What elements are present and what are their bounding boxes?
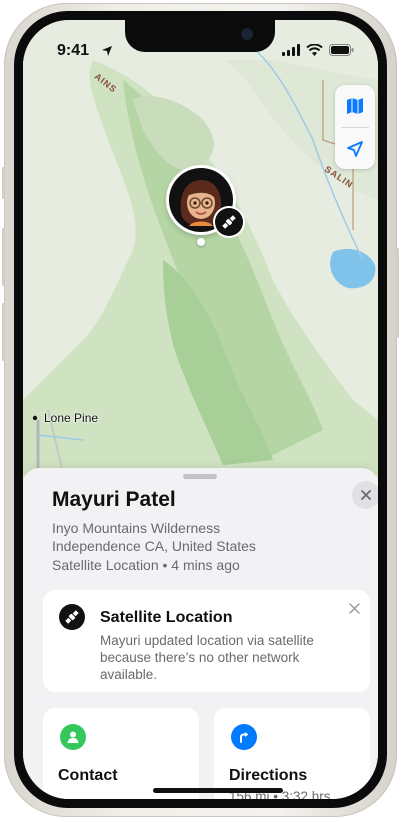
volume-up-button	[2, 228, 5, 286]
status-time: 9:41	[57, 42, 90, 59]
location-arrow-icon	[347, 141, 363, 157]
location-services-icon	[102, 46, 112, 56]
map-icon	[347, 98, 363, 114]
map-controls	[335, 85, 375, 169]
cellular-signal-icon	[282, 44, 300, 56]
location-line-2: Independence CA, United States	[52, 538, 256, 554]
power-button	[396, 248, 399, 338]
satellite-card-body: Mayuri updated location via satellite be…	[100, 633, 314, 682]
person-icon	[67, 731, 79, 743]
contact-action-card[interactable]: Contact	[43, 708, 199, 799]
close-sheet-button[interactable]	[352, 481, 378, 509]
map-place-label: Lone Pine	[44, 411, 99, 425]
contact-label: Contact	[58, 767, 118, 784]
battery-icon	[329, 44, 354, 56]
phone-frame: AINS SALIN Lone Pine 9:41 Mayuri Patel I…	[2, 3, 399, 817]
location-status: Satellite Location • 4 mins ago	[52, 557, 240, 573]
satellite-card-title: Satellite Location	[100, 609, 233, 626]
pin-location-dot	[197, 238, 205, 246]
map-mode-button[interactable]	[335, 85, 375, 127]
directions-label: Directions	[229, 767, 308, 784]
status-icons	[282, 44, 354, 56]
dismiss-card-button[interactable]	[346, 600, 362, 616]
satellite-icon	[65, 610, 79, 624]
directions-action-card[interactable]: Directions 156 mi • 3:32 hrs	[214, 708, 370, 799]
sheet-grabber[interactable]	[183, 474, 217, 479]
location-line-1: Inyo Mountains Wilderness	[52, 520, 221, 536]
camera-dot	[241, 28, 253, 40]
mute-switch	[2, 167, 5, 199]
volume-down-button	[2, 303, 5, 361]
person-name: Mayuri Patel	[52, 488, 176, 511]
terrain-map	[23, 20, 378, 476]
contact-icon-wrap	[60, 724, 86, 750]
wifi-icon	[306, 44, 323, 56]
screen: AINS SALIN Lone Pine 9:41 Mayuri Patel I…	[23, 20, 378, 799]
satellite-badge	[215, 208, 243, 236]
close-icon	[348, 602, 360, 614]
close-icon	[361, 490, 371, 500]
person-detail-sheet: Mayuri Patel Inyo Mountains Wilderness I…	[23, 468, 378, 799]
satellite-icon	[222, 215, 236, 229]
directions-arrow-icon	[240, 732, 248, 743]
bezel: AINS SALIN Lone Pine 9:41 Mayuri Patel I…	[14, 11, 387, 808]
notch	[125, 20, 275, 52]
home-indicator[interactable]	[153, 788, 283, 793]
status-bar: 9:41	[23, 20, 378, 68]
directions-icon-wrap	[231, 724, 257, 750]
satellite-location-card: Satellite Location Mayuri updated locati…	[43, 590, 370, 692]
satellite-card-icon-wrap	[59, 604, 85, 630]
current-location-button[interactable]	[335, 128, 375, 170]
map-view[interactable]: AINS SALIN Lone Pine 9:41	[23, 20, 378, 476]
